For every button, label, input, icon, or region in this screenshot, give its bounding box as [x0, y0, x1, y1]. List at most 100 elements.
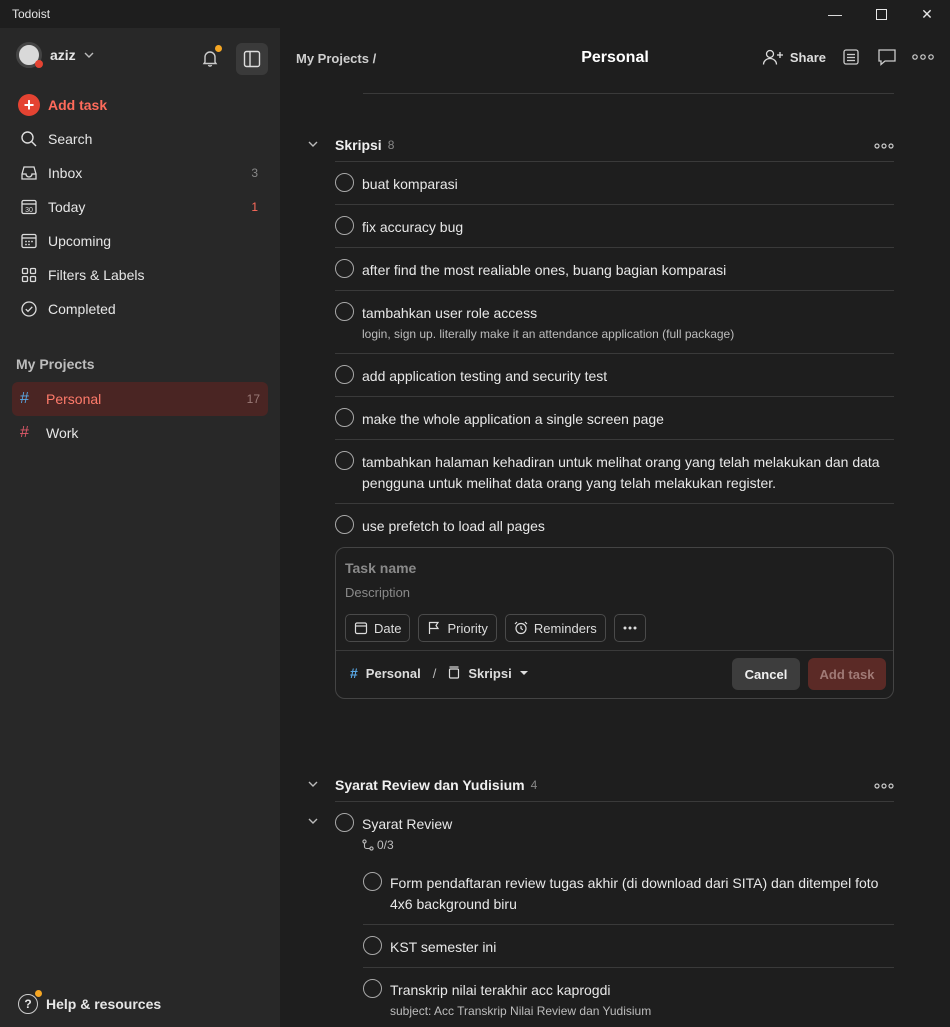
more-actions-button[interactable] — [912, 46, 934, 68]
section-more-button[interactable] — [874, 136, 894, 154]
task-item[interactable]: Syarat Review 0/3 — [335, 802, 894, 863]
section-header: Skripsi 8 — [308, 128, 894, 162]
window-titlebar: Todoist — ✕ — [0, 0, 950, 28]
view-options-button[interactable] — [840, 46, 862, 68]
task-description-input[interactable]: Description — [345, 585, 410, 600]
more-icon — [874, 783, 894, 789]
calendar-today-icon: 30 — [18, 196, 40, 218]
reminders-chip-label: Reminders — [533, 620, 597, 636]
more-options-chip[interactable] — [613, 614, 646, 642]
my-projects-heading[interactable]: My Projects — [16, 356, 95, 372]
subtask-icon — [362, 839, 374, 851]
section-title[interactable]: Skripsi — [335, 137, 382, 153]
task-name: Transkrip nilai terakhir acc kaprogdi — [390, 982, 611, 998]
chevron-down-icon[interactable] — [308, 779, 335, 792]
task-name: Syarat Review — [362, 816, 453, 832]
project-count: 17 — [246, 392, 260, 406]
task-name: fix accuracy bug — [362, 219, 464, 235]
more-icon — [912, 54, 934, 60]
task-name-input[interactable]: Task name — [345, 560, 416, 576]
task-checkbox[interactable] — [335, 515, 354, 534]
sidebar-item-upcoming[interactable]: Upcoming — [12, 224, 268, 258]
task-name: after find the most realiable ones, buan… — [362, 262, 727, 278]
subtask-item[interactable]: Form pendaftaran review tugas akhir (di … — [363, 861, 894, 925]
main-content: My Projects / Personal Share Skripsi 8 b… — [280, 28, 950, 1027]
task-checkbox[interactable] — [335, 813, 354, 832]
sidebar-item-personal[interactable]: # Personal 17 — [12, 382, 268, 416]
chevron-down-icon[interactable] — [308, 816, 318, 829]
task-checkbox[interactable] — [335, 451, 354, 470]
inbox-icon — [18, 162, 40, 184]
task-item[interactable]: tambahkan halaman kehadiran untuk meliha… — [335, 440, 894, 504]
cancel-button[interactable]: Cancel — [732, 658, 800, 690]
hash-icon: # — [20, 390, 29, 407]
sidebar-item-filters-labels[interactable]: Filters & Labels — [12, 258, 268, 292]
reminders-chip[interactable]: Reminders — [504, 614, 606, 642]
project-section-selector[interactable]: # Personal / Skripsi — [350, 665, 528, 681]
toggle-sidebar-button[interactable] — [236, 43, 268, 75]
calendar-upcoming-icon — [18, 230, 40, 252]
task-checkbox[interactable] — [335, 365, 354, 384]
share-icon — [762, 49, 783, 65]
task-checkbox[interactable] — [335, 259, 354, 278]
task-checkbox[interactable] — [363, 979, 382, 998]
sidebar-item-label: Search — [48, 131, 93, 147]
comments-icon — [878, 49, 896, 66]
task-description: login, sign up. literally make it an att… — [362, 327, 735, 341]
task-checkbox[interactable] — [335, 408, 354, 427]
section-more-button[interactable] — [874, 776, 894, 794]
sidebar-add-task[interactable]: + Add task — [12, 88, 268, 122]
header-actions: Share — [762, 46, 934, 68]
hash-icon: # — [20, 424, 29, 441]
task-item[interactable]: fix accuracy bug — [335, 205, 894, 248]
task-item[interactable]: tambahkan user role access login, sign u… — [335, 291, 894, 354]
editor-chips: Date Priority Reminders — [345, 614, 646, 642]
task-checkbox[interactable] — [335, 216, 354, 235]
task-item[interactable]: make the whole application a single scre… — [335, 397, 894, 440]
sidebar-item-label: Upcoming — [48, 233, 112, 249]
flag-icon — [429, 621, 440, 634]
task-item[interactable]: buat komparasi — [335, 162, 894, 205]
search-icon — [18, 128, 40, 150]
task-checkbox[interactable] — [335, 302, 354, 321]
add-task-editor: Task name Description Date Priority Remi… — [335, 547, 894, 699]
sidebar-item-search[interactable]: Search — [12, 122, 268, 156]
sidebar-item-today[interactable]: 30 Today 1 — [12, 190, 268, 224]
help-label: Help & resources — [46, 996, 162, 1012]
sidebar-item-completed[interactable]: Completed — [12, 292, 268, 326]
inbox-count: 3 — [251, 166, 258, 180]
project-list: # Personal 17 # Work — [12, 382, 268, 450]
priority-chip-label: Priority — [447, 620, 488, 636]
close-window-button[interactable]: ✕ — [904, 0, 950, 28]
task-item[interactable]: use prefetch to load all pages — [335, 504, 894, 547]
subtask-item[interactable]: KST semester ini — [363, 925, 894, 968]
help-resources[interactable]: ? Help & resources — [18, 990, 162, 1014]
priority-chip[interactable]: Priority — [418, 614, 497, 642]
sidebar-item-label: Completed — [48, 301, 116, 317]
sidebar-item-inbox[interactable]: Inbox 3 — [12, 156, 268, 190]
project-label: Personal — [46, 391, 102, 407]
task-item[interactable]: after find the most realiable ones, buan… — [335, 248, 894, 291]
minimize-button[interactable]: — — [812, 0, 858, 28]
comments-button[interactable] — [876, 46, 898, 68]
task-checkbox[interactable] — [363, 872, 382, 891]
task-name: tambahkan user role access — [362, 305, 538, 321]
divider — [363, 93, 894, 94]
chevron-down-icon[interactable] — [308, 139, 335, 152]
user-menu[interactable]: aziz — [16, 42, 94, 68]
task-checkbox[interactable] — [335, 173, 354, 192]
share-button[interactable]: Share — [762, 48, 826, 66]
check-circle-icon — [18, 298, 40, 320]
subtask-item[interactable]: Transkrip nilai terakhir acc kaprogdi su… — [363, 968, 894, 1027]
section-title[interactable]: Syarat Review dan Yudisium — [335, 777, 525, 793]
task-item[interactable]: add application testing and security tes… — [335, 354, 894, 397]
calendar-icon — [354, 622, 368, 635]
maximize-button[interactable] — [858, 0, 904, 28]
divider — [336, 650, 893, 651]
add-task-submit-button[interactable]: Add task — [808, 658, 886, 690]
task-name: use prefetch to load all pages — [362, 518, 545, 534]
sidebar-item-work[interactable]: # Work — [12, 416, 268, 450]
date-chip[interactable]: Date — [345, 614, 411, 642]
breadcrumb[interactable]: My Projects / — [296, 51, 376, 66]
task-checkbox[interactable] — [363, 936, 382, 955]
